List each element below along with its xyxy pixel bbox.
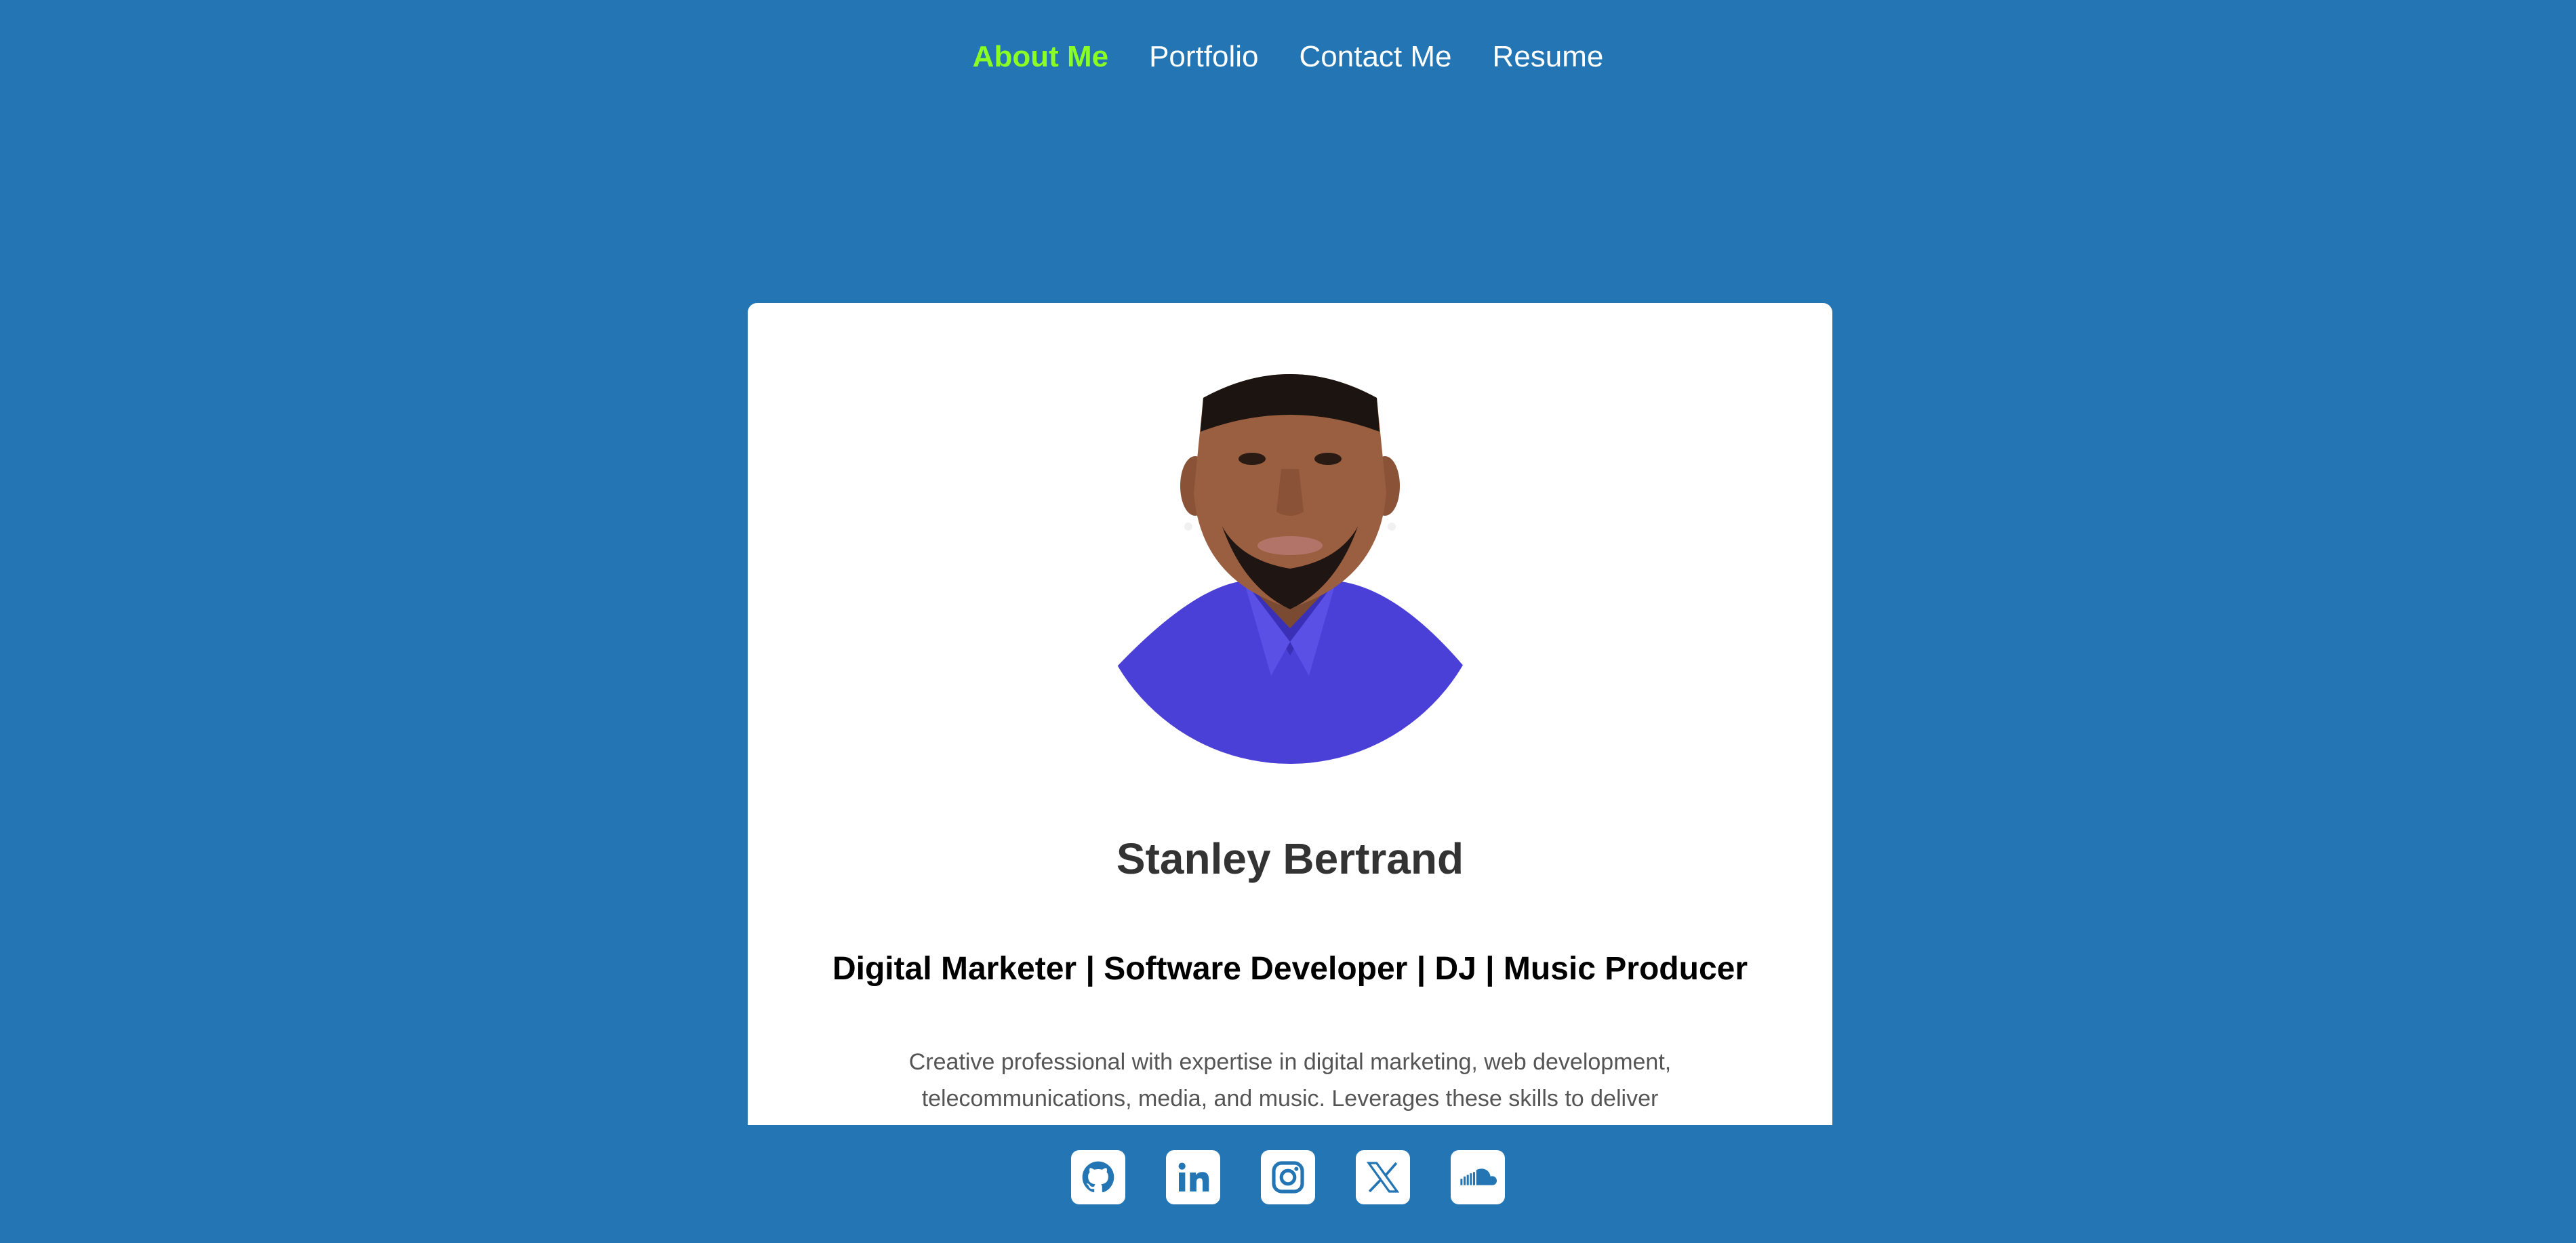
instagram-icon [1272, 1161, 1304, 1194]
github-icon [1082, 1161, 1114, 1193]
social-links [0, 1150, 2576, 1204]
soundcloud-icon [1460, 1168, 1497, 1185]
x-link[interactable] [1356, 1150, 1410, 1204]
profile-photo [1108, 363, 1472, 764]
profile-bio: Creative professional with expertise in … [908, 1049, 1672, 1112]
linkedin-link[interactable] [1166, 1150, 1220, 1204]
profile-subtitle: Digital Marketer | Software Developer | … [832, 951, 1748, 987]
github-link[interactable] [1071, 1150, 1125, 1204]
x-icon [1366, 1162, 1400, 1193]
linkedin-icon [1178, 1162, 1209, 1191]
profile-card: Stanley Bertrand Digital Marketer | Soft… [748, 303, 1832, 1125]
soundcloud-link[interactable] [1451, 1150, 1505, 1204]
nav-contact-me[interactable]: Contact Me [1300, 33, 1452, 81]
nav-portfolio[interactable]: Portfolio [1149, 33, 1258, 81]
instagram-link[interactable] [1261, 1150, 1315, 1204]
nav-resume[interactable]: Resume [1492, 33, 1603, 81]
nav-about-me[interactable]: About Me [973, 33, 1108, 81]
profile-name: Stanley Bertrand [1116, 834, 1464, 883]
main-nav: About Me Portfolio Contact Me Resume [0, 33, 2576, 81]
